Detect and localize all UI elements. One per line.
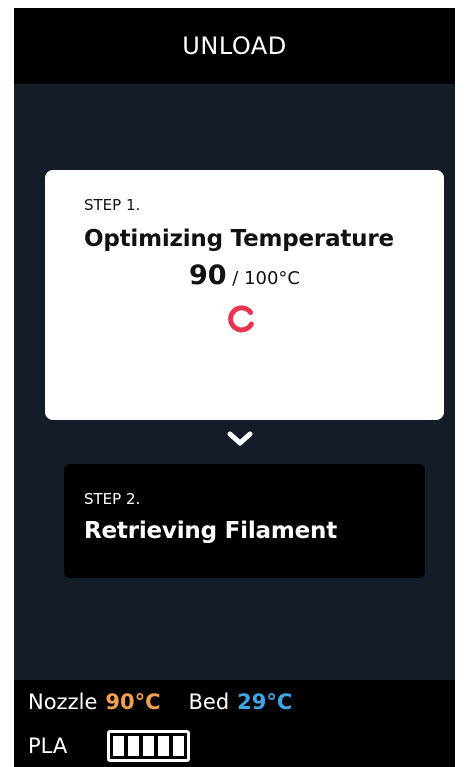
- filament-level-segment: [143, 736, 155, 756]
- nozzle-temperature: 90°C: [105, 690, 161, 714]
- step-2-label: STEP 2.: [84, 490, 141, 508]
- temperature-separator: /: [226, 268, 245, 289]
- temperature-status-row: Nozzle 90°C Bed 29°C: [28, 690, 292, 714]
- target-temperature: 100°C: [244, 268, 301, 289]
- material-status-row: PLA: [28, 730, 191, 762]
- step-1-title: Optimizing Temperature: [84, 226, 394, 252]
- chevron-down-icon: [227, 431, 253, 446]
- nozzle-label: Nozzle: [28, 690, 98, 714]
- step-2-card: STEP 2. Retrieving Filament: [64, 464, 425, 578]
- step-1-card: STEP 1. Optimizing Temperature 90 / 100°…: [45, 170, 444, 420]
- header-bar: UNLOAD: [14, 8, 455, 84]
- filament-level-segment: [113, 736, 125, 756]
- temperature-readout: 90 / 100°C: [45, 258, 444, 297]
- material-label: PLA: [28, 734, 68, 758]
- filament-level-segment: [128, 736, 140, 756]
- loading-spinner-icon: [228, 305, 254, 333]
- filament-level-segment: [158, 736, 170, 756]
- filament-level-segment: [173, 736, 185, 756]
- page-title: UNLOAD: [182, 32, 287, 60]
- bed-label: Bed: [188, 690, 230, 714]
- unload-screen: UNLOAD STEP 1. Optimizing Temperature 90…: [14, 8, 455, 767]
- bed-temperature: 29°C: [237, 690, 293, 714]
- filament-level-icon: [107, 730, 191, 762]
- current-temperature: 90: [188, 260, 227, 291]
- status-bar: Nozzle 90°C Bed 29°C PLA: [14, 680, 455, 767]
- step-1-label: STEP 1.: [84, 196, 141, 214]
- step-2-title: Retrieving Filament: [84, 518, 337, 544]
